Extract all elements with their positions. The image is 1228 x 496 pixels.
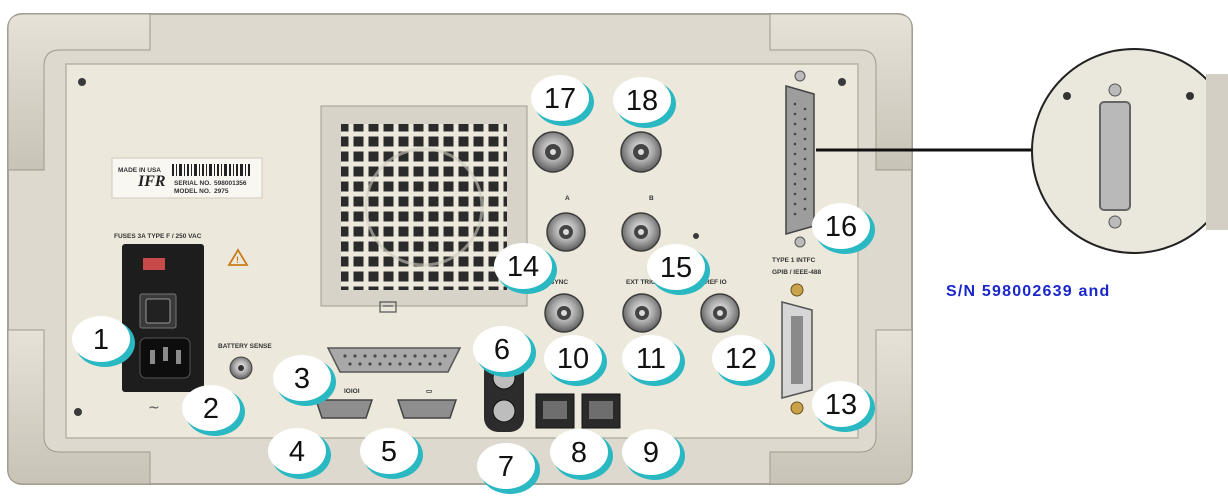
callout-number: 17 [544, 83, 576, 115]
bnc-connector-18[interactable] [620, 131, 662, 173]
bnc-connector-a[interactable] [546, 212, 586, 252]
brand-logo: IFR [137, 173, 166, 190]
callout-number: 13 [825, 389, 857, 421]
bnc-connector-17[interactable] [532, 131, 574, 173]
type1-screw-bottom [794, 236, 806, 248]
warning-mark: ! [236, 255, 239, 265]
gpib-screw-bottom [790, 401, 804, 415]
callout-number: 16 [825, 211, 857, 243]
gpib-screw-top [790, 283, 804, 297]
gpib-contacts [791, 316, 803, 384]
instrument-rear-panel-illustration: MADE IN USA IFR SERIAL NO. 598001356 MOD… [7, 13, 1228, 494]
serial-port-2-db9[interactable] [396, 399, 458, 419]
callout-number: 18 [626, 85, 658, 117]
ethernet-port-2-socket [589, 401, 613, 419]
ref-io-label: REF IO [705, 279, 727, 286]
bnc-connector-ref-io[interactable] [700, 293, 740, 333]
type1-interface-connector[interactable] [785, 85, 815, 235]
callout-number: 7 [498, 451, 514, 483]
callout-number: 5 [381, 436, 397, 468]
callout-number: 1 [93, 324, 109, 356]
parallel-port-db25[interactable] [326, 347, 462, 373]
type1-intfc-label: TYPE 1 INTFC [772, 257, 816, 264]
ethernet-port-1-socket [543, 401, 567, 419]
battery-sense-pin [238, 365, 244, 371]
battery-sense-label: BATTERY SENSE [218, 343, 272, 350]
ac-symbol: ~ [148, 400, 160, 416]
callout-number: 9 [643, 437, 659, 469]
callout-number: 12 [725, 343, 757, 375]
ps2-port-lower[interactable] [492, 399, 516, 423]
connector-a-label: A [565, 195, 570, 202]
serial-port-1-db9[interactable] [314, 399, 374, 419]
callout-number: 3 [294, 363, 310, 395]
serial-port-1-marking: IOIOI [344, 388, 360, 395]
connector-b-label: B [649, 195, 654, 202]
fuse-rating-label: FUSES 3A TYPE F / 250 VAC [114, 233, 202, 240]
callout-number: 2 [203, 393, 219, 425]
callout-number: 6 [494, 334, 510, 366]
serial-number-caption: S/N 598002639 and [946, 283, 1111, 300]
bnc-connector-sync[interactable] [544, 293, 584, 333]
callout-number: 14 [507, 251, 539, 283]
bnc-connector-ext-trig[interactable] [622, 293, 662, 333]
callout-number: 11 [636, 343, 666, 375]
callout-number: 4 [289, 436, 305, 468]
fan-grille [341, 124, 507, 290]
bnc-connector-b[interactable] [621, 212, 661, 252]
callout-number: 10 [557, 343, 589, 375]
inset-detail-circle [1031, 48, 1228, 254]
type1-screw-top [794, 70, 806, 82]
ext-trig-label: EXT TRIG [626, 279, 656, 286]
power-switch-rocker [145, 298, 171, 324]
model-no-label: MODEL NO. [174, 188, 211, 195]
serial-no-label: SERIAL NO. [174, 180, 211, 187]
model-no-value: 2975 [214, 188, 229, 195]
fuse-drawer [143, 258, 165, 270]
callout-number: 8 [571, 437, 587, 469]
serial-port-2-marking: ▭ [426, 388, 433, 395]
serial-no-value: 598001356 [214, 180, 247, 187]
gpib-label: GPIB / IEEE-488 [772, 269, 822, 276]
callout-number: 15 [660, 252, 692, 284]
